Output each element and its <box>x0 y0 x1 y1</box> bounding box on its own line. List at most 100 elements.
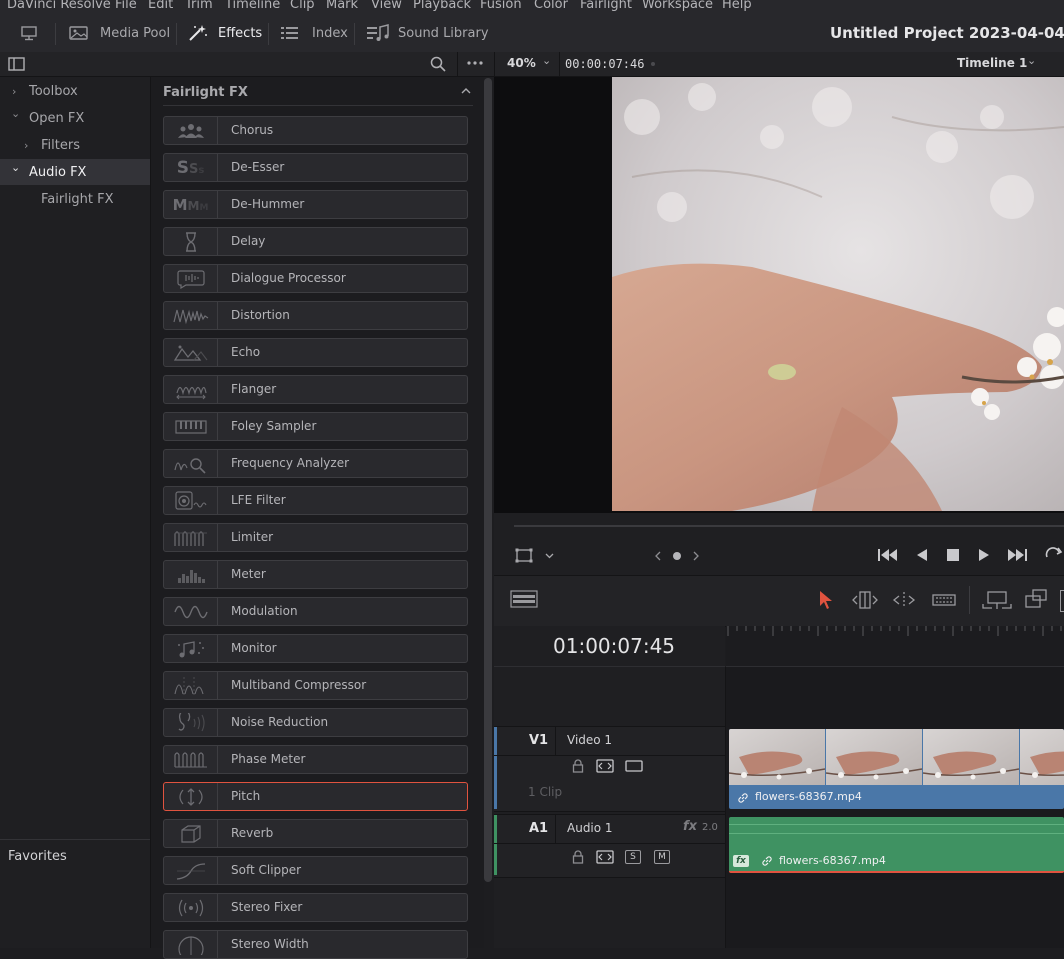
viewer-mode-icon[interactable] <box>515 548 555 564</box>
audio-track-header[interactable]: A1 Audio 1 fx 2.0 S M <box>494 814 725 878</box>
sidebar-item-filters[interactable]: › Filters <box>0 132 150 158</box>
effect-item-meter[interactable]: Meter <box>163 560 468 589</box>
effect-item-stereo-fixer[interactable]: Stereo Fixer <box>163 893 468 922</box>
fx-icon[interactable]: fx <box>683 819 697 834</box>
effect-item-stereo-width[interactable]: Stereo Width <box>163 930 468 959</box>
track-headers: V1 Video 1 1 Clip A1 Audio 1 fx 2.0 S M <box>494 667 726 948</box>
mute-button[interactable]: M <box>654 850 670 864</box>
video-toggle-icon[interactable] <box>625 759 643 773</box>
timeline-tracks[interactable]: flowers-68367.mp4 fx flowers-68367.mp4 <box>726 667 1064 948</box>
chevron-down-icon: ⌄ <box>1027 54 1037 67</box>
selection-tool-icon[interactable] <box>818 590 834 610</box>
menu-playback[interactable]: Playback <box>413 0 471 12</box>
effect-item-echo[interactable]: Echo <box>163 338 468 367</box>
menu-color[interactable]: Color <box>534 0 568 12</box>
favorites-heading[interactable]: Favorites <box>8 849 67 864</box>
menu-edit[interactable]: Edit <box>148 0 173 12</box>
effect-label: Dialogue Processor <box>231 271 346 285</box>
overwrite-clip-icon[interactable] <box>1024 588 1048 610</box>
effects-button[interactable]: Effects <box>187 14 262 52</box>
effect-item-distortion[interactable]: Distortion <box>163 301 468 330</box>
timeline-name: Timeline 1 <box>957 56 1028 70</box>
jog-control-icon[interactable] <box>654 549 700 563</box>
menu-workspace[interactable]: Workspace <box>642 0 713 12</box>
trim-tool-icon[interactable] <box>850 590 880 610</box>
effect-item-monitor[interactable]: Monitor <box>163 634 468 663</box>
menu-view[interactable]: View <box>371 0 402 12</box>
effect-item-foley-sampler[interactable]: Foley Sampler <box>163 412 468 441</box>
menu-fairlight[interactable]: Fairlight <box>580 0 632 12</box>
sidebar-item-toolbox[interactable]: › Toolbox <box>0 78 150 104</box>
options-button[interactable] <box>457 52 494 76</box>
search-button[interactable] <box>430 56 446 76</box>
lock-icon[interactable] <box>572 759 584 773</box>
effect-item-de-esser[interactable]: SSs De-Esser <box>163 153 468 182</box>
phase-wave-icon <box>164 746 218 773</box>
replace-clip-icon[interactable] <box>1060 590 1064 612</box>
menu-file[interactable]: File <box>115 0 137 12</box>
audio-clip[interactable]: fx flowers-68367.mp4 <box>729 817 1064 873</box>
skip-to-start-icon[interactable] <box>877 547 899 563</box>
effect-item-reverb[interactable]: Reverb <box>163 819 468 848</box>
chevron-up-icon[interactable] <box>461 87 471 95</box>
sidebar-item-fairlight-fx[interactable]: Fairlight FX <box>0 186 150 212</box>
blade-tool-icon[interactable] <box>932 592 956 608</box>
video-track-header[interactable]: V1 Video 1 1 Clip <box>494 726 725 812</box>
play-icon[interactable] <box>978 548 990 562</box>
zoom-dropdown[interactable]: 40% ⌄ <box>494 52 560 76</box>
sidebar-item-label: Open FX <box>29 110 85 126</box>
effect-item-frequency-analyzer[interactable]: Frequency Analyzer <box>163 449 468 478</box>
workspace-toggle-button[interactable] <box>20 14 38 52</box>
auto-select-icon[interactable] <box>596 759 614 773</box>
menu-timeline[interactable]: Timeline <box>225 0 280 12</box>
skip-to-end-icon[interactable] <box>1006 547 1028 563</box>
effect-item-de-hummer[interactable]: MMM De-Hummer <box>163 190 468 219</box>
track-name[interactable]: Audio 1 <box>567 821 613 835</box>
sidebar-item-open-fx[interactable]: ⌄ Open FX <box>0 105 150 131</box>
track-name[interactable]: Video 1 <box>567 733 612 747</box>
effect-item-soft-clipper[interactable]: Soft Clipper <box>163 856 468 885</box>
menu-help[interactable]: Help <box>722 0 752 12</box>
effect-item-delay[interactable]: Delay <box>163 227 468 256</box>
effect-item-lfe-filter[interactable]: LFE Filter <box>163 486 468 515</box>
effect-item-multiband-compressor[interactable]: Multiband Compressor <box>163 671 468 700</box>
fairlight-fx-section-header[interactable]: Fairlight FX <box>163 77 473 106</box>
loop-icon[interactable] <box>1044 547 1064 563</box>
effect-item-flanger[interactable]: Flanger <box>163 375 468 404</box>
menu-mark[interactable]: Mark <box>326 0 358 12</box>
effect-item-chorus[interactable]: Chorus <box>163 116 468 145</box>
auto-select-icon[interactable] <box>596 850 614 864</box>
play-reverse-icon[interactable] <box>916 548 928 562</box>
effects-list-scrollbar[interactable] <box>484 78 492 882</box>
timeline-view-options-icon[interactable] <box>510 590 538 608</box>
dynamic-trim-icon[interactable] <box>890 590 918 610</box>
curve-icon <box>164 857 218 884</box>
lock-icon[interactable] <box>572 850 584 864</box>
media-pool-button[interactable]: Media Pool <box>68 14 170 52</box>
timeline-timecode[interactable]: 01:00:07:45 <box>553 634 675 658</box>
menu-fusion[interactable]: Fusion <box>480 0 522 12</box>
sidebar-toggle-button[interactable] <box>8 56 26 75</box>
insert-clip-icon[interactable] <box>982 590 1012 610</box>
effect-item-pitch[interactable]: Pitch <box>163 782 468 811</box>
timeline-ruler[interactable] <box>726 626 1064 667</box>
index-button[interactable]: Index <box>280 14 348 52</box>
sidebar-item-audio-fx[interactable]: ⌄ Audio FX <box>0 159 150 185</box>
chevron-down-icon: ⌄ <box>11 107 21 120</box>
menu-trim[interactable]: Trim <box>185 0 213 12</box>
menu-app[interactable]: DaVinci Resolve <box>7 0 111 12</box>
video-clip[interactable]: flowers-68367.mp4 <box>729 729 1064 809</box>
solo-button[interactable]: S <box>625 850 641 864</box>
effect-item-dialogue-processor[interactable]: Dialogue Processor <box>163 264 468 293</box>
timeline-timecode-box: 01:00:07:45 <box>494 626 725 667</box>
menu-clip[interactable]: Clip <box>290 0 315 12</box>
timeline-dropdown[interactable]: Timeline 1 ⌄ <box>955 52 1045 76</box>
sound-library-button[interactable]: Sound Library <box>366 14 489 52</box>
effect-item-limiter[interactable]: Limiter <box>163 523 468 552</box>
stop-icon[interactable] <box>946 548 960 562</box>
scrubber-track[interactable] <box>514 525 1064 527</box>
effect-item-noise-reduction[interactable]: Noise Reduction <box>163 708 468 737</box>
clip-fx-badge[interactable]: fx <box>733 855 749 867</box>
effect-item-modulation[interactable]: Modulation <box>163 597 468 626</box>
effect-item-phase-meter[interactable]: Phase Meter <box>163 745 468 774</box>
